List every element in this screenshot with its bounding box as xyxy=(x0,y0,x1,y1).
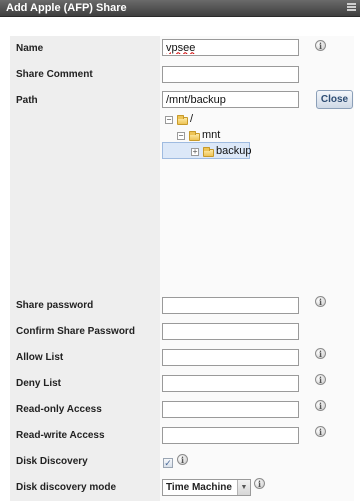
collapse-icon[interactable]: − xyxy=(177,132,185,140)
read-write-access-label: Read-write Access xyxy=(16,430,105,441)
disk-discovery-checkbox[interactable]: ✓ xyxy=(163,458,173,468)
disk-discovery-mode-label: Disk discovery mode xyxy=(16,482,117,493)
tree-node-mnt[interactable]: − mnt xyxy=(177,129,247,143)
folder-icon xyxy=(203,147,214,157)
close-button[interactable]: Close xyxy=(316,90,353,109)
info-icon[interactable]: i xyxy=(315,296,326,307)
tree-node-label: backup xyxy=(216,145,252,157)
name-label: Name xyxy=(16,43,44,54)
deny-list-field[interactable] xyxy=(162,375,299,392)
path-label: Path xyxy=(16,95,38,106)
info-icon[interactable]: i xyxy=(315,40,326,51)
info-icon[interactable]: i xyxy=(254,478,265,489)
name-field[interactable] xyxy=(162,39,299,56)
info-icon[interactable]: i xyxy=(315,348,326,359)
disk-discovery-label: Disk Discovery xyxy=(16,456,88,467)
disk-discovery-mode-select[interactable]: Time Machine ▼ xyxy=(162,479,251,496)
tree-node-label: mnt xyxy=(202,129,221,141)
tree-node-label: / xyxy=(190,113,194,125)
info-icon[interactable]: i xyxy=(315,400,326,411)
path-field[interactable] xyxy=(162,91,299,108)
share-password-field[interactable] xyxy=(162,297,299,314)
folder-open-icon xyxy=(177,115,188,125)
allow-list-label: Allow List xyxy=(16,352,64,363)
share-password-label: Share password xyxy=(16,300,94,311)
confirm-share-password-label: Confirm Share Password xyxy=(16,326,135,337)
info-icon[interactable]: i xyxy=(315,374,326,385)
tree-node-root[interactable]: − / xyxy=(165,113,225,127)
read-only-access-field[interactable] xyxy=(162,401,299,418)
window-titlebar: Add Apple (AFP) Share xyxy=(0,0,360,17)
info-icon[interactable]: i xyxy=(315,426,326,437)
folder-open-icon xyxy=(189,131,200,141)
info-icon[interactable]: i xyxy=(177,454,188,465)
collapse-icon[interactable]: − xyxy=(165,116,173,124)
read-write-access-field[interactable] xyxy=(162,427,299,444)
window-title: Add Apple (AFP) Share xyxy=(6,2,127,14)
share-comment-field[interactable] xyxy=(162,66,299,83)
allow-list-field[interactable] xyxy=(162,349,299,366)
deny-list-label: Deny List xyxy=(16,378,62,389)
menu-icon[interactable] xyxy=(347,3,356,12)
expand-icon[interactable]: + xyxy=(191,148,199,156)
tree-node-backup[interactable]: + backup xyxy=(191,145,252,159)
share-comment-label: Share Comment xyxy=(16,69,93,80)
read-only-access-label: Read-only Access xyxy=(16,404,102,415)
confirm-share-password-field[interactable] xyxy=(162,323,299,340)
afp-share-form: Name i Share Comment Path Close − / − mn… xyxy=(10,36,354,501)
chevron-down-icon[interactable]: ▼ xyxy=(237,480,250,495)
select-value: Time Machine xyxy=(166,482,232,493)
